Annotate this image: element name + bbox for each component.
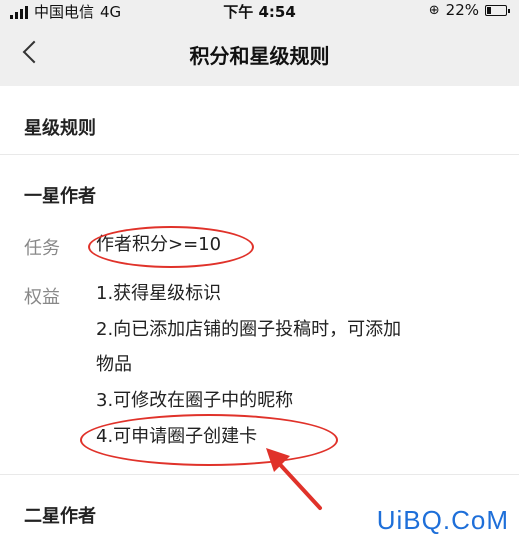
level-title: 二星作者 [24, 506, 96, 527]
watermark-logo: UiBQ.CoM [376, 505, 509, 535]
benefit-item: 2.向已添加店铺的圈子投稿时，可添加 [96, 319, 402, 340]
highlight-ellipse [88, 226, 254, 268]
benefit-item: 1.获得星级标识 [96, 283, 222, 304]
status-bar: 中国电信 4G 下午 4:54 ⊕ 22% [0, 0, 519, 22]
divider [0, 154, 519, 155]
header-area: 中国电信 4G 下午 4:54 ⊕ 22% 积分和星级规则 [0, 0, 519, 86]
nav-bar: 积分和星级规则 [0, 26, 519, 82]
task-label: 任务 [24, 238, 60, 259]
benefit-item: 物品 [96, 354, 132, 375]
status-right: ⊕ 22% [428, 1, 510, 19]
screen: 中国电信 4G 下午 4:54 ⊕ 22% 积分和星级规则 星级规则 一星作者 … [0, 0, 519, 542]
battery-icon [485, 4, 510, 16]
benefit-label: 权益 [24, 287, 60, 308]
divider [0, 474, 519, 475]
orientation-lock-icon: ⊕ [428, 2, 440, 18]
level-title: 一星作者 [24, 186, 96, 207]
page-title: 积分和星级规则 [189, 44, 330, 68]
red-arrow-icon [266, 448, 322, 510]
benefit-item: 3.可修改在圈子中的昵称 [96, 390, 294, 411]
battery-fill [487, 6, 491, 14]
section-title: 星级规则 [24, 118, 96, 139]
battery-percent: 22% [445, 1, 479, 19]
